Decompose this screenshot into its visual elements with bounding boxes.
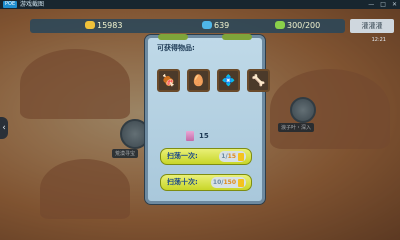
- left-arrow-icon[interactable]: ‹: [0, 117, 8, 139]
- window-titlebar: POE 游戏截图 — □ ✕: [0, 0, 400, 9]
- energy-icon: [238, 178, 244, 187]
- gold-counter: 15983: [85, 19, 122, 33]
- sweep-dialog: 可获得物品: 🍖 🥚 💠 🦴 15 扫荡一次: 1/15 扫荡十次: 10/15…: [145, 34, 270, 204]
- gold-icon: [85, 21, 95, 29]
- sweep-once-label: 扫荡一次:: [167, 152, 198, 160]
- energy-value: 300/200: [287, 21, 321, 30]
- window-title: 游戏截图: [20, 1, 45, 8]
- gem-counter: 639: [202, 19, 229, 33]
- sweep-ten-label: 扫荡十次:: [167, 178, 198, 186]
- energy-icon: [238, 152, 244, 161]
- app-logo: POE: [3, 1, 18, 8]
- crystal-icon[interactable]: 💠: [217, 69, 240, 92]
- maximize-button[interactable]: □: [380, 0, 386, 9]
- energy-icon: [275, 21, 285, 29]
- meat-icon[interactable]: 🍖: [157, 69, 180, 92]
- minimize-button[interactable]: —: [368, 0, 374, 9]
- vine-decoration: [158, 34, 188, 40]
- top-right-button[interactable]: 灌灌灌: [350, 19, 394, 33]
- gem-value: 639: [214, 21, 230, 30]
- resource-bar: 15983 639 300/200: [30, 19, 345, 33]
- sweep-ten-cost: 10/150: [210, 177, 246, 188]
- reward-items: 🍖 🥚 💠 🦴: [157, 69, 270, 92]
- energy-counter: 300/200: [275, 19, 320, 33]
- sweep-once-need: 15: [227, 153, 236, 160]
- sweep-once-button[interactable]: 扫荡一次: 1/15: [160, 148, 252, 165]
- ticket-icon: [186, 131, 194, 141]
- gem-icon: [202, 21, 212, 29]
- sweep-ten-button[interactable]: 扫荡十次: 10/150: [160, 174, 252, 191]
- ticket-count: 15: [186, 130, 209, 142]
- dialog-title: 可获得物品:: [157, 44, 195, 52]
- sweep-once-cost: 1/15: [219, 151, 246, 162]
- ticket-count-value: 15: [199, 132, 209, 140]
- sweep-ten-need: 150: [223, 179, 236, 186]
- egg-icon[interactable]: 🥚: [187, 69, 210, 92]
- sweep-ten-have: 10: [212, 179, 222, 186]
- close-button[interactable]: ✕: [392, 0, 397, 9]
- bone-icon[interactable]: 🦴: [247, 69, 270, 92]
- vine-decoration: [222, 34, 252, 40]
- top-right-sublabel: 12:21: [371, 37, 386, 43]
- gold-value: 15983: [97, 21, 123, 30]
